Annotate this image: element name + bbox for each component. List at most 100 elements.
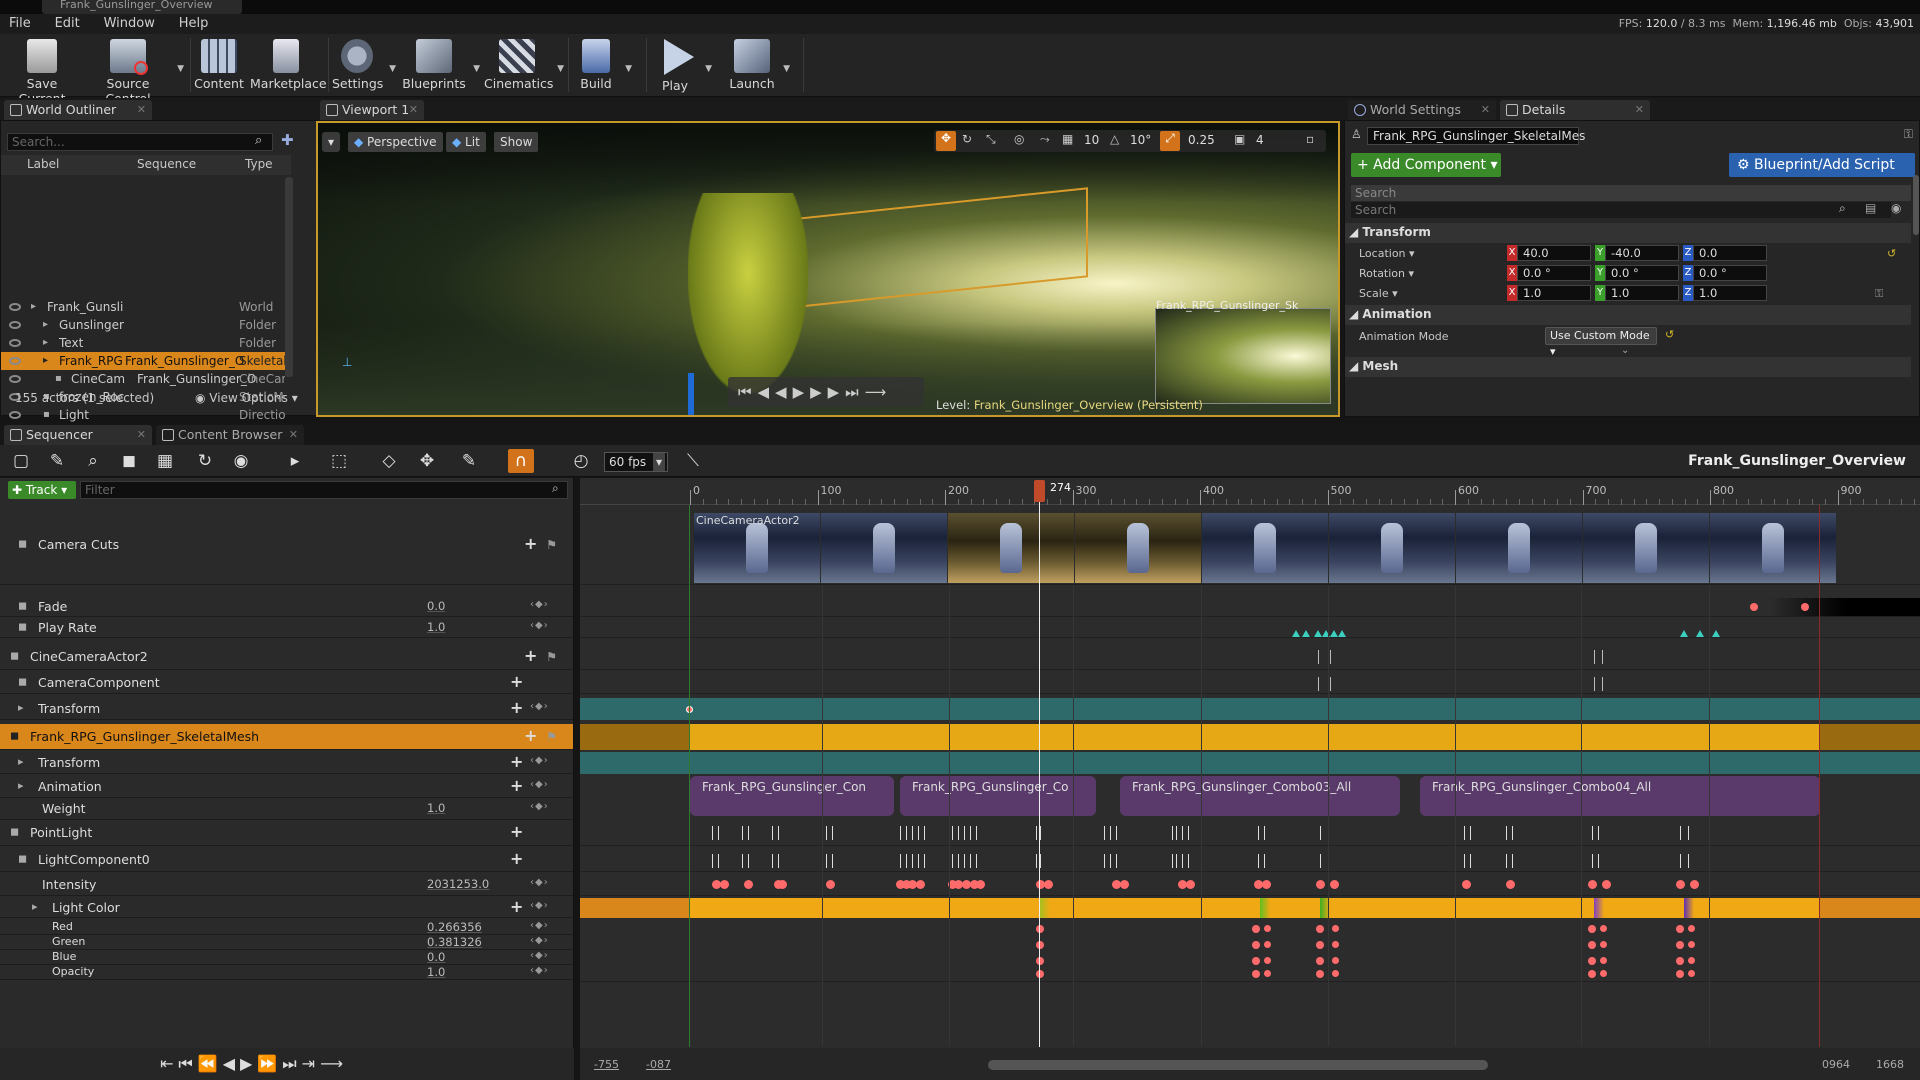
add-icon[interactable]: +	[510, 849, 523, 868]
light-color-section[interactable]	[690, 898, 1820, 918]
light-key-tick[interactable]	[1182, 854, 1183, 868]
light-key-tick[interactable]	[742, 826, 743, 840]
level-viewport[interactable]: Frank_RPG_Gunslinger_Sk ⏮◀◀▶▶▶⏭⟶ Level: …	[316, 121, 1340, 417]
light-key-tick[interactable]	[964, 826, 965, 840]
menu-file[interactable]: File	[9, 14, 31, 34]
save-current-button[interactable]: Save Current	[4, 37, 80, 106]
camera-key-tick[interactable]	[1602, 650, 1603, 664]
track-skeletal[interactable]: ◼ Frank_RPG_Gunslinger_SkeletalMesh + ⚑	[0, 724, 573, 750]
track-camera-cuts[interactable]: ◼ Camera Cuts + ⚑	[0, 505, 573, 585]
animation-clip[interactable]: Frank_RPG_Gunslinger_Co	[900, 776, 1096, 816]
expand-icon[interactable]: ▸	[18, 701, 24, 714]
key-navigation-icon[interactable]: ‹◆›	[530, 920, 549, 931]
play-rate-key[interactable]	[1712, 630, 1720, 637]
key-navigation-icon[interactable]: ‹◆›	[530, 950, 549, 961]
track-green[interactable]: Green 0.381326 ‹◆›	[0, 935, 573, 950]
key-navigation-icon[interactable]: ‹◆›	[530, 779, 549, 790]
light-key-tick[interactable]	[1470, 826, 1471, 840]
reset-animation-icon[interactable]: ↺	[1665, 328, 1674, 341]
light-key-tick[interactable]	[1264, 854, 1265, 868]
curve-editor-icon[interactable]: ⟍	[680, 449, 706, 473]
outliner-scrollbar[interactable]	[285, 177, 293, 377]
outliner-row[interactable]: ▸ Frank_Gunsli World	[1, 298, 285, 316]
eye-icon[interactable]	[9, 321, 21, 329]
document-tab[interactable]: Frank_Gunslinger_Overview	[42, 0, 242, 14]
light-key-tick[interactable]	[1320, 854, 1321, 868]
intensity-key[interactable]	[826, 880, 835, 889]
outliner-row[interactable]: ▪CineCamFrank_Gunslinger_OCineCam	[1, 370, 285, 388]
snap-icon[interactable]: ∩	[508, 449, 534, 473]
intensity-key[interactable]	[1506, 880, 1515, 889]
transform-section-header[interactable]: ◢ Transform	[1345, 223, 1911, 243]
menu-edit[interactable]: Edit	[55, 14, 80, 34]
animation-clip[interactable]: Frank_RPG_Gunslinger_Combo03_All	[1120, 776, 1400, 816]
close-icon[interactable]: ✕	[137, 100, 146, 120]
rotate-tool-icon[interactable]: ↻	[962, 132, 972, 146]
clock-icon[interactable]: ◴	[568, 449, 594, 473]
color-channel-key[interactable]	[1252, 957, 1260, 965]
fps-select[interactable]: 60 fps ▾	[604, 452, 668, 472]
eye-icon[interactable]	[9, 375, 21, 383]
build-dropdown-icon[interactable]: ▼	[625, 64, 632, 74]
tab-world-settings[interactable]: World Settings ✕	[1348, 100, 1496, 120]
light-key-tick[interactable]	[832, 854, 833, 868]
key-navigation-icon[interactable]: ‹◆›	[530, 701, 549, 712]
lock-icon[interactable]: ⚿	[1904, 127, 1913, 142]
track-intensity[interactable]: Intensity 2031253.0 ‹◆›	[0, 874, 573, 896]
light-key-tick[interactable]	[1172, 854, 1173, 868]
play-rate-key[interactable]	[1330, 630, 1338, 637]
intensity-key[interactable]	[1602, 880, 1611, 889]
light-key-tick[interactable]	[1104, 826, 1105, 840]
track-value[interactable]: 0.266356	[427, 920, 482, 934]
in-point-value[interactable]: -087	[646, 1058, 671, 1071]
eye-icon[interactable]	[9, 303, 21, 311]
light-key-tick[interactable]	[1320, 826, 1321, 840]
light-key-tick[interactable]	[1264, 826, 1265, 840]
light-key-tick[interactable]	[924, 854, 925, 868]
light-key-tick[interactable]	[1110, 826, 1111, 840]
light-key-tick[interactable]	[772, 854, 773, 868]
camera-key-tick[interactable]	[1318, 650, 1319, 664]
color-channel-key[interactable]	[1264, 957, 1271, 964]
light-key-tick[interactable]	[712, 826, 713, 840]
add-icon[interactable]: +	[524, 646, 537, 665]
light-key-tick[interactable]	[1172, 826, 1173, 840]
fade-key[interactable]	[1750, 603, 1758, 611]
playhead-handle[interactable]	[1034, 480, 1045, 502]
light-key-tick[interactable]	[1506, 854, 1507, 868]
skeletal-section[interactable]	[690, 724, 1820, 750]
menu-help[interactable]: Help	[179, 14, 209, 34]
intensity-key[interactable]	[1588, 880, 1597, 889]
color-channel-key[interactable]	[1332, 970, 1339, 977]
light-key-tick[interactable]	[1680, 854, 1681, 868]
light-key-tick[interactable]	[1176, 826, 1177, 840]
key-navigation-icon[interactable]: ‹◆›	[530, 900, 549, 911]
rotation-y-field[interactable]: 0.0 °	[1605, 265, 1679, 281]
col-sequence[interactable]: Sequence	[137, 157, 196, 171]
save-icon[interactable]: ▢	[8, 449, 34, 473]
light-key-tick[interactable]	[772, 826, 773, 840]
camera-key-tick[interactable]	[1594, 677, 1595, 691]
color-channel-key[interactable]	[1036, 957, 1044, 965]
tab-details[interactable]: Details ✕	[1500, 100, 1650, 120]
light-key-tick[interactable]	[1688, 854, 1689, 868]
track-camera-component[interactable]: ◼ CameraComponent +	[0, 672, 573, 694]
light-key-tick[interactable]	[976, 854, 977, 868]
rotation-snap-value[interactable]: 10°	[1130, 133, 1151, 147]
save-as-icon[interactable]: ✎	[44, 449, 70, 473]
light-key-tick[interactable]	[958, 854, 959, 868]
animation-mode-select[interactable]: Use Custom Mode ▾	[1545, 327, 1657, 358]
key-icon[interactable]: ◇	[376, 449, 402, 473]
menu-window[interactable]: Window	[104, 14, 155, 34]
playback-options-icon[interactable]: ◉	[228, 449, 254, 473]
intensity-key[interactable]	[744, 880, 753, 889]
light-key-tick[interactable]	[1506, 826, 1507, 840]
view-end-value[interactable]: 1668	[1876, 1058, 1904, 1071]
color-channel-key[interactable]	[1588, 957, 1596, 965]
blueprints-button[interactable]: Blueprints ▼	[402, 37, 480, 95]
lit-button[interactable]: ◆ Lit	[446, 132, 486, 152]
animation-section-header[interactable]: ◢ Animation	[1345, 305, 1911, 325]
light-key-tick[interactable]	[952, 854, 953, 868]
light-key-tick[interactable]	[924, 826, 925, 840]
light-key-tick[interactable]	[1688, 826, 1689, 840]
